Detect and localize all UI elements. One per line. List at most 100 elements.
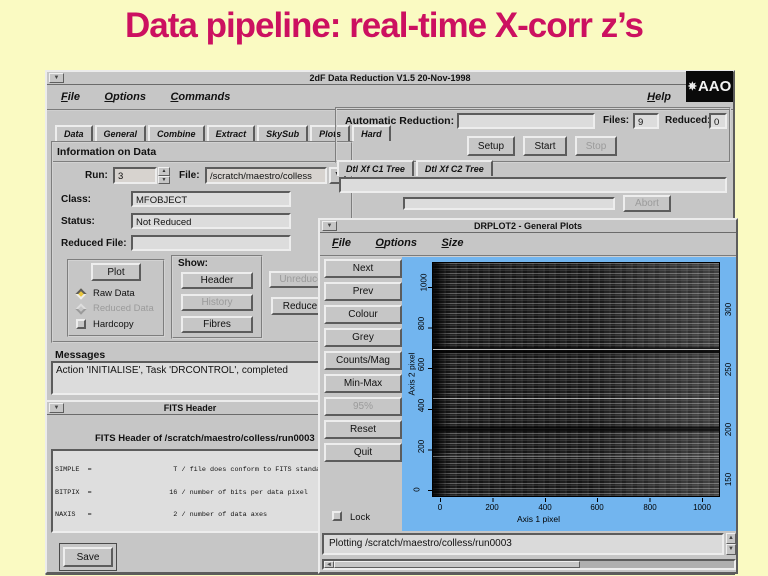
aao-logo: ✵ AAO <box>686 71 733 102</box>
scroll-down-icon[interactable]: ▼ <box>726 544 736 555</box>
files-label: Files: <box>603 115 630 126</box>
y-tick-label: 0 <box>412 487 422 492</box>
hardcopy-label: Hardcopy <box>93 319 134 330</box>
main-window-title: 2dF Data Reduction V1.5 20-Nov-1998 <box>309 73 471 83</box>
x-axis-label: Axis 1 pixel <box>517 514 560 524</box>
right-tick-label: 300 <box>724 302 734 317</box>
menu-help[interactable]: Help <box>647 91 671 103</box>
y-tick-label: 400 <box>417 398 427 413</box>
status-field: Not Reduced <box>131 213 291 229</box>
hscroll-thumb[interactable] <box>334 561 580 568</box>
tab-general[interactable]: General <box>94 125 147 141</box>
drplot2-window-title: DRPLOT2 - General Plots <box>473 221 583 231</box>
x-tick-label: 1000 <box>693 503 711 512</box>
prev-button[interactable]: Prev <box>324 282 402 301</box>
drplot2-window: ▼ DRPLOT2 - General Plots File Options S… <box>318 218 738 574</box>
fits-line: SIMPLE = T / file does conform to FITS s… <box>55 466 321 474</box>
run-field[interactable]: 3 <box>113 167 157 184</box>
setup-button[interactable]: Setup <box>467 136 515 156</box>
info-frame-title: Information on Data <box>53 143 351 163</box>
fits-text-area[interactable]: SIMPLE = T / file does conform to FITS s… <box>51 449 323 533</box>
save-focus-ring: Save <box>59 543 117 571</box>
plot-status-bar: Plotting /scratch/maestro/colless/run000… <box>322 533 724 555</box>
spinner-up-icon[interactable]: ▲ <box>158 167 170 176</box>
drplot2-menu-options[interactable]: Options <box>375 237 417 249</box>
aao-logo-text: AAO <box>697 78 732 95</box>
start-button[interactable]: Start <box>523 136 567 156</box>
bright-spectrum-row <box>433 398 719 400</box>
plot-button[interactable]: Plot <box>91 263 141 281</box>
grey-button[interactable]: Grey <box>324 328 402 347</box>
raw-data-label: Raw Data <box>93 288 135 299</box>
run-spinner: ▲ ▼ <box>158 167 170 184</box>
menu-commands[interactable]: Commands <box>170 91 230 103</box>
reduced-data-label: Reduced Data <box>93 303 154 314</box>
drplot2-menu-file[interactable]: File <box>332 237 351 249</box>
run-label: Run: <box>85 170 108 181</box>
files-count-field: 9 <box>633 113 659 129</box>
min-max-button[interactable]: Min-Max <box>324 374 402 393</box>
spinner-down-icon[interactable]: ▼ <box>158 175 170 184</box>
reduced-count-field: 0 <box>709 113 727 129</box>
stop-button[interactable]: Stop <box>575 136 617 156</box>
header-button[interactable]: Header <box>181 272 253 289</box>
fibres-button[interactable]: Fibres <box>181 316 253 333</box>
spectra-image[interactable] <box>432 262 720 497</box>
y-tick-label: 600 <box>417 357 427 372</box>
right-tick-label: 150 <box>724 472 734 487</box>
menu-options[interactable]: Options <box>104 91 146 103</box>
scroll-left-icon[interactable]: ◄ <box>324 561 334 568</box>
quit-button[interactable]: Quit <box>324 443 402 462</box>
y-tick-label: 800 <box>417 316 427 331</box>
show-label: Show: <box>178 258 208 269</box>
tab-extract[interactable]: Extract <box>206 125 256 141</box>
titlebar-menu-icon: ▼ <box>53 405 60 411</box>
fits-window-menu-button[interactable]: ▼ <box>49 403 64 413</box>
auto-reduction-frame: Automatic Reduction: Files: 9 Reduced: 0… <box>335 107 731 163</box>
drplot2-menubar: File Options Size <box>320 233 736 257</box>
tab-skysub[interactable]: SkySub <box>257 125 309 141</box>
status-label: Status: <box>61 216 95 227</box>
class-label: Class: <box>61 194 92 205</box>
x-tick-label: 600 <box>590 503 604 512</box>
y-axis-label: Axis 2 pixel <box>406 352 417 396</box>
tab-combine[interactable]: Combine <box>148 125 205 141</box>
reset-button[interactable]: Reset <box>324 420 402 439</box>
counts-mag-button[interactable]: Counts/Mag <box>324 351 402 370</box>
lock-checkbox[interactable] <box>332 511 342 521</box>
tree-tabrow: Dtl Xf C1 Tree Dtl Xf C2 Tree <box>337 160 493 176</box>
fits-window: ▼ FITS Header FITS Header of /scratch/ma… <box>45 400 335 574</box>
fits-heading: FITS Header of /scratch/maestro/colless/… <box>95 433 315 444</box>
abort-button[interactable]: Abort <box>623 195 671 212</box>
right-tick-label: 200 <box>724 422 734 437</box>
bright-spectrum-row <box>433 349 719 351</box>
hardcopy-checkbox[interactable] <box>76 319 86 329</box>
titlebar-menu-icon: ▼ <box>53 75 60 81</box>
tree-tab-c2[interactable]: Dtl Xf C2 Tree <box>415 160 493 176</box>
save-button[interactable]: Save <box>63 547 113 567</box>
tree-tab-c1[interactable]: Dtl Xf C1 Tree <box>337 160 414 176</box>
scroll-up-icon[interactable]: ▲ <box>726 533 736 544</box>
drplot2-menu-size[interactable]: Size <box>441 237 463 249</box>
menu-file[interactable]: File <box>61 91 80 103</box>
status-scrollbar[interactable]: ▲ ▼ <box>726 533 736 555</box>
file-field[interactable]: /scratch/maestro/colless <box>205 167 327 184</box>
colour-button[interactable]: Colour <box>324 305 402 324</box>
plot-hscrollbar[interactable]: ◄ <box>322 559 736 570</box>
titlebar-menu-icon: ▼ <box>326 223 333 229</box>
aao-star-icon: ✵ <box>687 81 697 93</box>
messages-box: Action 'INITIALISE', Task 'DRCONTROL', c… <box>51 361 337 395</box>
drplot2-titlebar: ▼ DRPLOT2 - General Plots <box>320 220 736 233</box>
drplot2-window-menu-button[interactable]: ▼ <box>322 221 337 231</box>
y-tick-label: 1000 <box>419 273 429 292</box>
percentile-button[interactable]: 95% <box>324 397 402 416</box>
raw-data-radio[interactable] <box>75 288 87 300</box>
plot-group: Plot Raw Data Reduced Data Hardcopy <box>67 259 165 337</box>
window-menu-button[interactable]: ▼ <box>49 73 64 83</box>
progress-field <box>403 197 615 210</box>
history-button[interactable]: History <box>181 294 253 311</box>
reduced-data-radio[interactable] <box>75 303 87 315</box>
auto-reduction-field[interactable] <box>457 113 595 129</box>
next-button[interactable]: Next <box>324 259 402 278</box>
tab-data[interactable]: Data <box>55 125 93 141</box>
